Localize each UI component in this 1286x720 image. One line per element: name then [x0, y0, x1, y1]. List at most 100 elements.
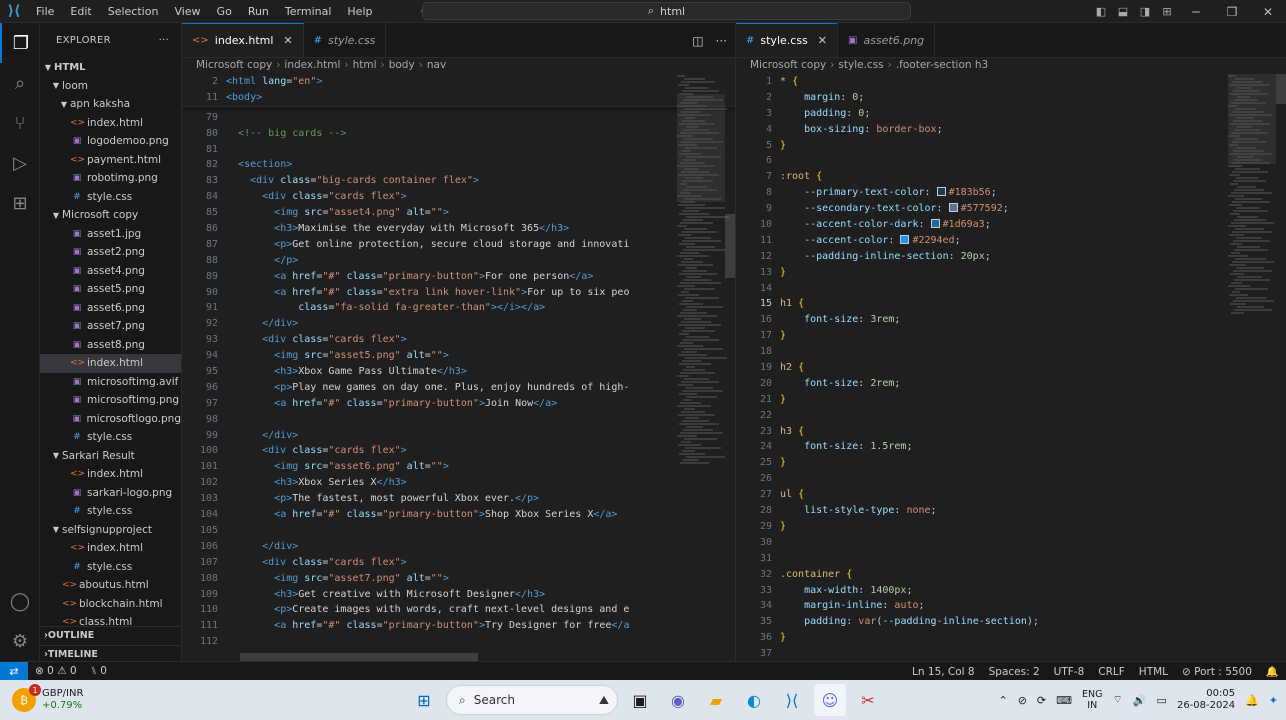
manage-gear-icon[interactable]: ⚙ — [0, 621, 40, 661]
edge-icon[interactable]: ◐ — [738, 684, 770, 716]
minimap[interactable] — [1228, 74, 1276, 649]
tray-overflow-icon[interactable]: ⌃ — [998, 694, 1007, 707]
windows-start-icon[interactable]: ⊞ — [408, 684, 440, 716]
volume-icon[interactable]: 🔊 — [1133, 694, 1147, 707]
explorer-icon[interactable]: ❐ — [0, 23, 40, 63]
vertical-scrollbar[interactable] — [1276, 74, 1286, 661]
menu-edit[interactable]: Edit — [62, 0, 99, 23]
tree-folder[interactable]: ▼ Sarkari Result — [40, 447, 181, 466]
scroll-thumb[interactable] — [1276, 74, 1286, 104]
tree-file[interactable]: ▣ microsoftlogo.png — [40, 410, 181, 429]
tab-style-css[interactable]: # style.css ✕ — [736, 23, 838, 57]
tree-file[interactable]: ▣ robotimg.png — [40, 169, 181, 188]
code-editor-css[interactable]: 1 * {2 margin: 0; 3 padding: 0; 4 box-sizin… — [736, 74, 1286, 661]
cursor-position[interactable]: Ln 15, Col 8 — [905, 666, 982, 678]
close-window-button[interactable]: ✕ — [1250, 5, 1286, 19]
code-editor-html[interactable]: 2 <html lang="en"> 11 <body> 79 80 <!-- big … — [182, 74, 735, 661]
widgets-button[interactable]: ₿ 1 GBP/INR +0.79% — [0, 684, 160, 712]
breadcrumb-item[interactable]: html — [353, 59, 377, 72]
outline-section[interactable]: › OUTLINE — [40, 626, 181, 645]
tree-file[interactable]: ▣ sarkari-logo.png — [40, 484, 181, 503]
end-of-line[interactable]: CRLF — [1091, 666, 1132, 678]
toggle-secondary-sidebar-icon[interactable]: ◨ — [1134, 5, 1156, 18]
restore-button[interactable]: ❐ — [1214, 5, 1250, 19]
tree-file[interactable]: <> index.html — [40, 114, 181, 133]
menu-selection[interactable]: Selection — [100, 0, 167, 23]
menu-file[interactable]: File — [28, 0, 62, 23]
tree-folder[interactable]: ▼ apn kaksha — [40, 95, 181, 114]
menu-run[interactable]: Run — [240, 0, 277, 23]
tree-file[interactable]: ▣ microsoftimg.png — [40, 391, 181, 410]
tree-file[interactable]: # style.css — [40, 428, 181, 447]
account-icon[interactable]: ◯ — [0, 581, 40, 621]
tree-file[interactable]: ▣ asset7.png — [40, 317, 181, 336]
customize-layout-icon[interactable]: ⊞ — [1156, 5, 1178, 18]
tree-file[interactable]: ▣ microsoftimg.avif — [40, 373, 181, 392]
close-icon[interactable]: ✕ — [818, 34, 827, 47]
tree-file[interactable]: # style.css — [40, 558, 181, 577]
file-explorer-icon[interactable]: ▰ — [700, 684, 732, 716]
menu-go[interactable]: Go — [209, 0, 240, 23]
scroll-thumb[interactable] — [725, 214, 735, 278]
tree-root[interactable]: ▼ HTML — [40, 58, 181, 77]
breadcrumb-item[interactable]: Microsoft copy — [750, 59, 826, 72]
input-language[interactable]: ENG IN — [1082, 689, 1102, 711]
notification-bell-icon[interactable]: 🔔 — [1245, 694, 1259, 707]
tree-file[interactable]: ▣ logodemoo.png — [40, 132, 181, 151]
problems-status[interactable]: ⊗ 0 ⚠ 0 — [28, 665, 84, 677]
tree-file[interactable]: ▣ asset4.png — [40, 262, 181, 281]
tree-file[interactable]: # style.css — [40, 502, 181, 521]
tree-file[interactable]: <> index.html — [40, 465, 181, 484]
menu-view[interactable]: View — [166, 0, 208, 23]
tray-keyboard-icon[interactable]: ⌨ — [1056, 694, 1072, 707]
copilot-icon[interactable]: ✦ — [1269, 694, 1278, 707]
more-actions-icon[interactable]: ··· — [159, 35, 169, 46]
minimize-button[interactable]: ─ — [1178, 5, 1214, 19]
tray-sync-icon[interactable]: ⟳ — [1037, 694, 1046, 707]
split-editor-icon[interactable]: ◫ — [692, 34, 703, 48]
extensions-icon[interactable]: ⊞ — [0, 183, 40, 223]
vscode-taskbar-icon[interactable]: ⟩⟨ — [776, 684, 808, 716]
tree-file[interactable]: <> index.html — [40, 539, 181, 558]
tab-index-html[interactable]: <> index.html ✕ — [182, 23, 304, 57]
tree-file[interactable]: <> payment.html — [40, 151, 181, 170]
menu-help[interactable]: Help — [339, 0, 380, 23]
snipping-tool-icon[interactable]: ✂ — [852, 684, 884, 716]
clock[interactable]: 00:05 26-08-2024 — [1177, 688, 1235, 712]
wifi-icon[interactable]: ⌔ — [1113, 693, 1123, 707]
tree-file[interactable]: # style.css — [40, 188, 181, 207]
breadcrumb-item[interactable]: .footer-section h3 — [896, 59, 988, 72]
breadcrumb-item[interactable]: nav — [427, 59, 446, 72]
editor-more-icon[interactable]: ··· — [716, 34, 727, 48]
discord-icon[interactable]: ☺ — [814, 684, 846, 716]
task-view-icon[interactable]: ▣ — [624, 684, 656, 716]
search-view-icon[interactable]: ⌕ — [0, 63, 40, 103]
taskbar-search[interactable]: ⌕ Search ⛰ — [446, 685, 618, 715]
run-debug-icon[interactable]: ▷ — [0, 143, 40, 183]
breadcrumb-item[interactable]: style.css — [838, 59, 883, 72]
live-server-port[interactable]: ⊘ Port : 5500 — [1175, 666, 1259, 678]
toggle-panel-icon[interactable]: ⬓ — [1112, 5, 1134, 18]
breadcrumb-item[interactable]: Microsoft copy — [196, 59, 272, 72]
teams-icon[interactable]: ◉ — [662, 684, 694, 716]
tree-file[interactable]: ▣ asset2.png — [40, 243, 181, 262]
breadcrumb-item[interactable]: body — [389, 59, 415, 72]
ports-status[interactable]: ⑊ 0 — [84, 665, 114, 677]
tree-file[interactable]: <> blockchain.html — [40, 595, 181, 614]
tree-folder[interactable]: ▼ loom — [40, 77, 181, 96]
toggle-primary-sidebar-icon[interactable]: ◧ — [1090, 5, 1112, 18]
horizontal-scrollbar[interactable] — [240, 653, 478, 661]
timeline-section[interactable]: › TIMELINE — [40, 644, 181, 662]
source-control-icon[interactable]: ⑂ — [0, 103, 40, 143]
tree-file[interactable]: ▣ asset8.png — [40, 336, 181, 355]
notifications-icon[interactable]: 🔔 — [1259, 665, 1286, 678]
minimap[interactable] — [677, 74, 729, 649]
tree-folder[interactable]: ▼ selfsignupproject — [40, 521, 181, 540]
tray-app-icon[interactable]: ⊘ — [1018, 694, 1027, 707]
close-icon[interactable]: ✕ — [283, 34, 292, 47]
tab-asset6-png[interactable]: ▣ asset6.png — [838, 23, 936, 57]
tree-file[interactable]: ▣ asset6.png — [40, 299, 181, 318]
tree-file[interactable]: ▣ asset1.jpg — [40, 225, 181, 244]
tree-folder[interactable]: ▼ Microsoft copy — [40, 206, 181, 225]
language-mode[interactable]: HTML — [1132, 666, 1175, 678]
